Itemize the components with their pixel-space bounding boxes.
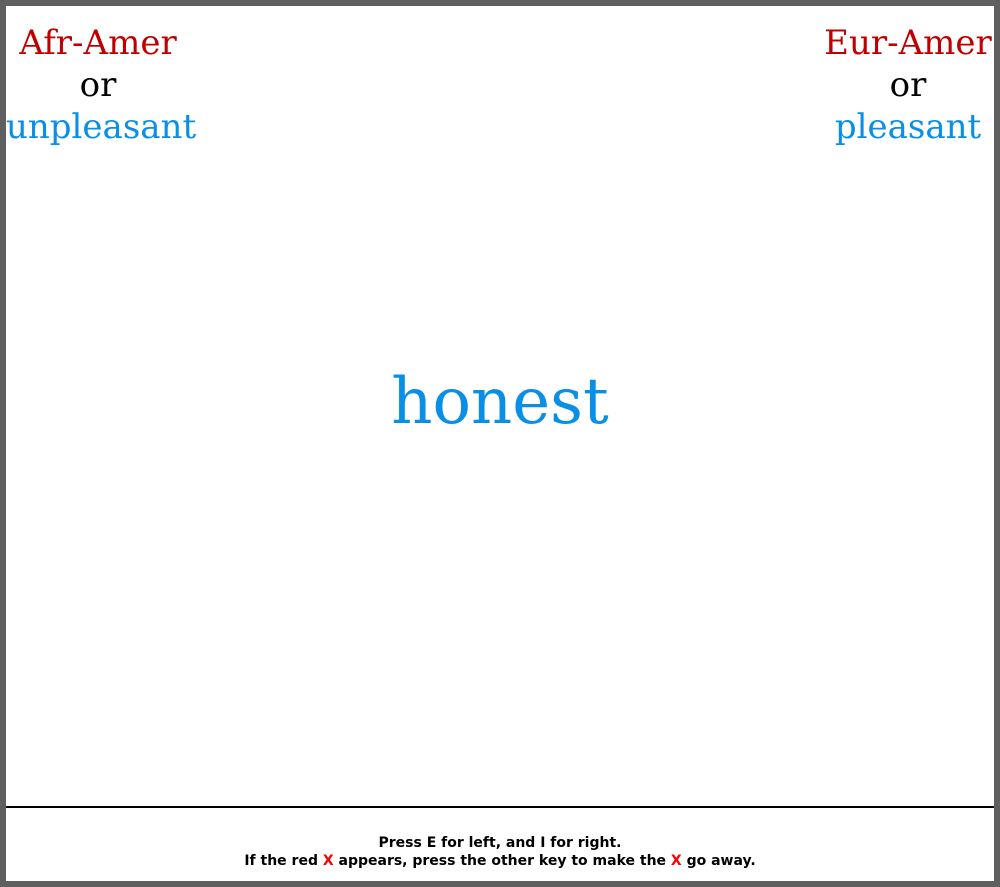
task-stage: Afr-Amer or unpleasant Eur-Amer or pleas… xyxy=(6,6,994,806)
instruction-line-1: Press E for left, and I for right. xyxy=(378,835,622,851)
right-category-label: Eur-Amer xyxy=(824,23,992,63)
right-category-block: Eur-Amer or pleasant xyxy=(816,22,1000,148)
error-x-symbol: X xyxy=(322,853,334,869)
instruction-line-2: If the red X appears, press the other ke… xyxy=(6,852,994,870)
stimulus-word: honest xyxy=(391,365,609,439)
task-frame: Afr-Amer or unpleasant Eur-Amer or pleas… xyxy=(0,0,1000,887)
left-connector-label: or xyxy=(79,65,117,105)
left-attribute-label: unpleasant xyxy=(6,107,197,147)
left-category-label: Afr-Amer xyxy=(19,23,177,63)
right-attribute-label: pleasant xyxy=(834,107,982,147)
instruction-line-2-part-3: go away. xyxy=(681,853,756,869)
instruction-line-2-part-1: If the red xyxy=(244,853,323,869)
instruction-line-2-part-2: appears, press the other key to make the xyxy=(333,853,671,869)
instructions-footer: Press E for left, and I for right. If th… xyxy=(6,806,994,881)
left-category-block: Afr-Amer or unpleasant xyxy=(6,22,197,148)
error-x-symbol-2: X xyxy=(670,853,682,869)
right-connector-label: or xyxy=(889,65,927,105)
